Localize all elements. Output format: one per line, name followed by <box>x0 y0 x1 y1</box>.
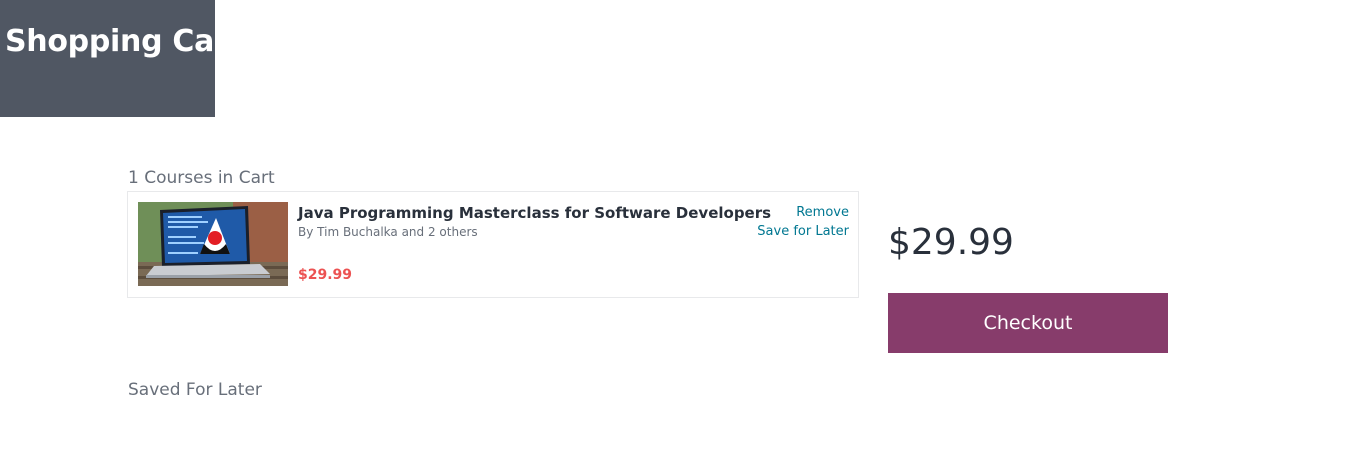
saved-for-later-heading: Saved For Later <box>128 380 262 400</box>
save-for-later-link[interactable]: Save for Later <box>757 222 849 241</box>
course-author: By Tim Buchalka and 2 others <box>298 225 478 239</box>
laptop-java-duke-thumbnail-icon <box>138 202 288 286</box>
remove-link[interactable]: Remove <box>757 203 849 222</box>
course-thumbnail[interactable] <box>138 202 288 286</box>
course-price: $29.99 <box>298 267 353 283</box>
page-title: Shopping Cart <box>5 24 215 59</box>
course-title[interactable]: Java Programming Masterclass for Softwar… <box>298 204 771 222</box>
header-banner: Shopping Cart <box>0 0 215 117</box>
item-actions: Remove Save for Later <box>757 203 849 241</box>
cart-total: $29.99 <box>888 222 1014 263</box>
cart-item: Java Programming Masterclass for Softwar… <box>127 191 859 298</box>
checkout-button[interactable]: Checkout <box>888 293 1168 353</box>
cart-count-label: 1 Courses in Cart <box>128 168 275 188</box>
